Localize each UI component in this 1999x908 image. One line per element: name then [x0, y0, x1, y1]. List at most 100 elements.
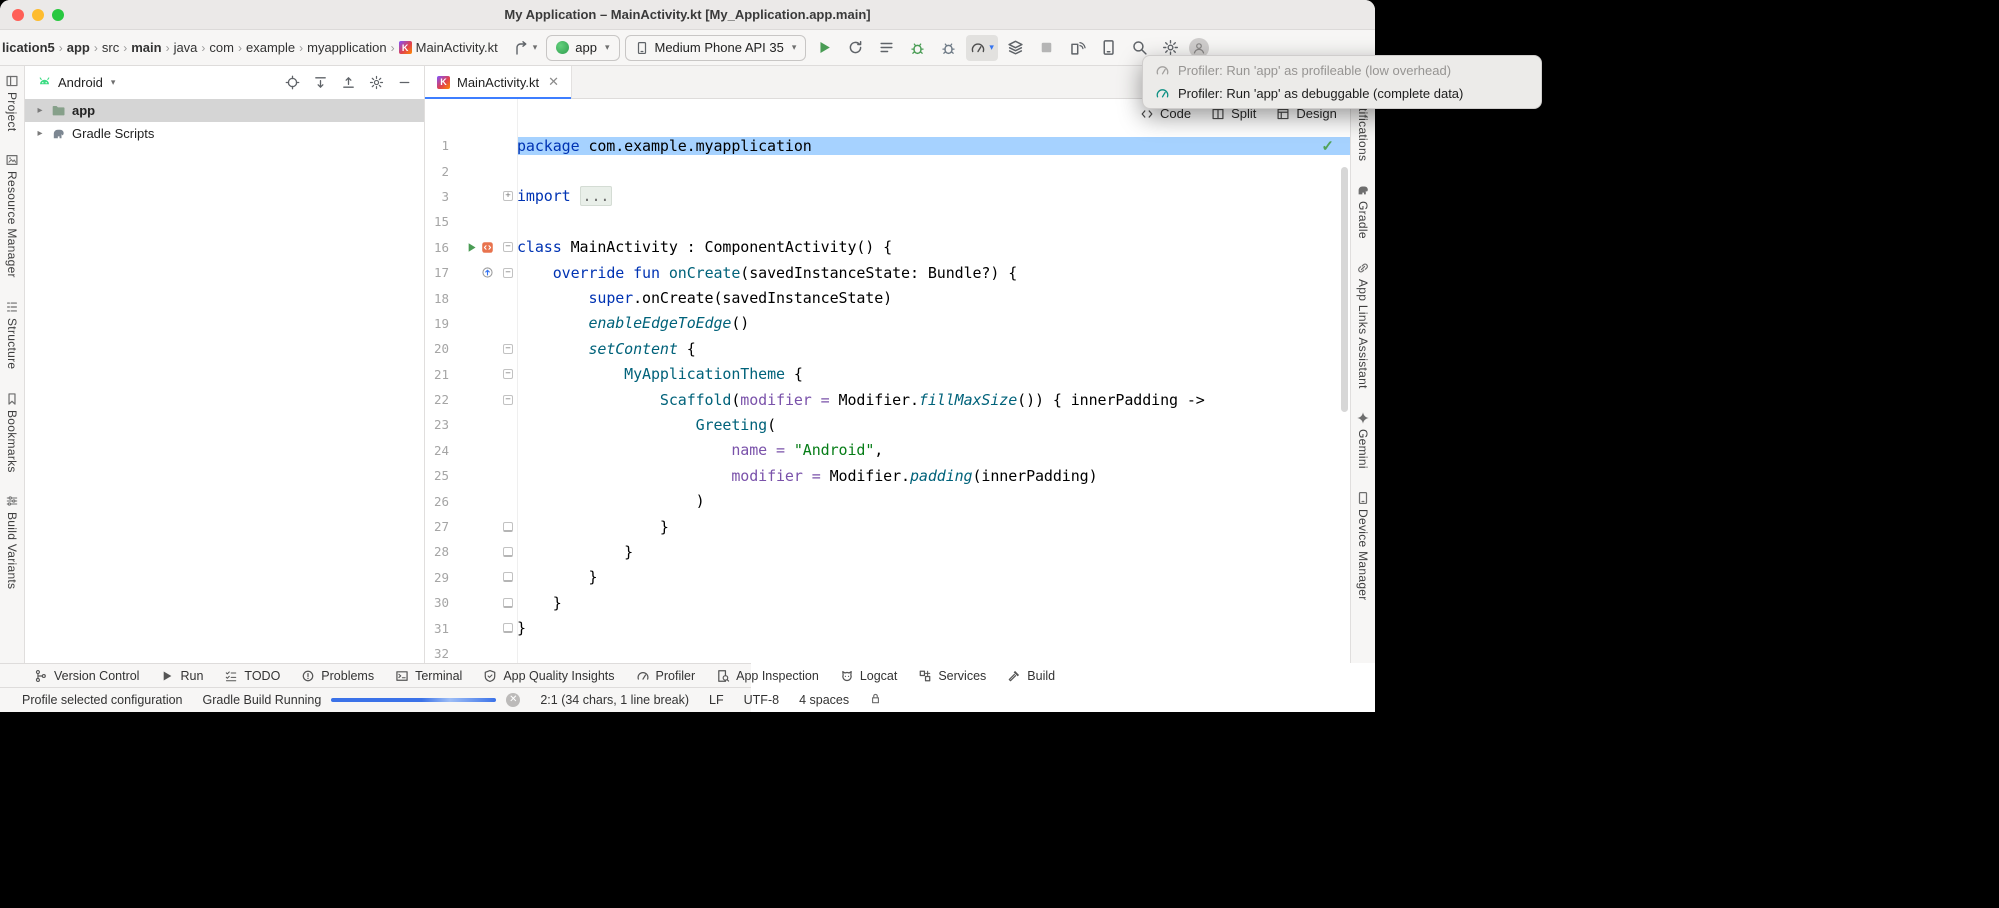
fold-end-icon[interactable]: [503, 623, 513, 633]
breadcrumb-item-java[interactable]: java: [174, 40, 198, 55]
run-tasks-button[interactable]: [873, 35, 899, 61]
breadcrumb-item-app[interactable]: app: [67, 40, 90, 55]
debug-button[interactable]: [904, 35, 930, 61]
fold-end-icon[interactable]: [503, 547, 513, 557]
editor-tab[interactable]: K MainActivity.kt ✕: [425, 66, 572, 98]
code-line[interactable]: 29 }: [425, 565, 1350, 590]
code-line[interactable]: 31}: [425, 615, 1350, 640]
code-line[interactable]: 22− Scaffold(modifier = Modifier.fillMax…: [425, 387, 1350, 412]
code-line[interactable]: 27 }: [425, 514, 1350, 539]
fold-toggle-icon[interactable]: −: [503, 395, 513, 405]
code-line[interactable]: 30 }: [425, 590, 1350, 615]
tree-node-gradle-scripts[interactable]: ▸Gradle Scripts: [25, 122, 424, 145]
tool-window-button-app-inspection[interactable]: App Inspection: [716, 669, 819, 683]
tool-window-button-services[interactable]: Services: [918, 669, 986, 683]
run-gutter-icon[interactable]: [465, 241, 478, 254]
code-line[interactable]: 26 ): [425, 488, 1350, 513]
tool-window-button-structure[interactable]: Structure: [5, 300, 19, 369]
breadcrumb-item-lication5[interactable]: lication5: [2, 40, 55, 55]
breadcrumb-item-mainactivity-kt[interactable]: KMainActivity.kt: [399, 40, 498, 55]
fold-toggle-icon[interactable]: −: [503, 369, 513, 379]
close-window-button[interactable]: [12, 9, 24, 21]
code-line[interactable]: 1package com.example.myapplication: [425, 133, 1350, 158]
code-line[interactable]: 24 name = "Android",: [425, 438, 1350, 463]
vcs-widget[interactable]: ▾: [509, 40, 542, 56]
code-line[interactable]: 3+import ...: [425, 184, 1350, 209]
tool-window-button-build-variants[interactable]: Build Variants: [5, 494, 19, 589]
fold-end-icon[interactable]: [503, 598, 513, 608]
tool-window-button-version-control[interactable]: Version Control: [34, 669, 139, 683]
expand-chevron-icon[interactable]: ▸: [35, 105, 45, 116]
device-mirroring-button[interactable]: [1065, 35, 1091, 61]
code-line[interactable]: 17− override fun onCreate(savedInstanceS…: [425, 260, 1350, 285]
project-view-selector[interactable]: Android: [58, 75, 103, 90]
code-line[interactable]: 28 }: [425, 539, 1350, 564]
code-line[interactable]: 20− setContent {: [425, 336, 1350, 361]
code-line[interactable]: 32: [425, 641, 1350, 663]
inspections-ok-icon[interactable]: ✓: [1321, 137, 1334, 155]
breadcrumb-item-main[interactable]: main: [131, 40, 161, 55]
tool-window-button-todo[interactable]: TODO: [224, 669, 280, 683]
tool-window-button-bookmarks[interactable]: Bookmarks: [5, 392, 19, 473]
tool-window-button-run[interactable]: Run: [160, 669, 203, 683]
code-line[interactable]: 15: [425, 209, 1350, 234]
readonly-toggle[interactable]: [869, 692, 882, 708]
expand-all-icon[interactable]: [313, 75, 328, 90]
fold-end-icon[interactable]: [503, 572, 513, 582]
tool-window-button-app-quality-insights[interactable]: App Quality Insights: [483, 669, 614, 683]
device-select[interactable]: Medium Phone API 35 ▾: [625, 35, 807, 61]
more-actions-button[interactable]: [1003, 35, 1029, 61]
code-line[interactable]: 23 Greeting(: [425, 412, 1350, 437]
run-configuration-select[interactable]: app ▾: [546, 35, 619, 61]
tool-window-button-project[interactable]: Project: [5, 74, 19, 131]
tool-window-button-profiler[interactable]: Profiler: [636, 669, 696, 683]
tool-window-button-app-links-assistant[interactable]: App Links Assistant: [1356, 261, 1370, 389]
minimize-window-button[interactable]: [32, 9, 44, 21]
stop-button[interactable]: [1034, 35, 1060, 61]
caret-position[interactable]: 2:1 (34 chars, 1 line break): [540, 693, 689, 707]
attach-debugger-button[interactable]: [935, 35, 961, 61]
tool-window-button-problems[interactable]: Problems: [301, 669, 374, 683]
code-editor[interactable]: 1package com.example.myapplication23+imp…: [425, 99, 1350, 663]
expand-chevron-icon[interactable]: ▸: [35, 128, 45, 139]
profiler-menu-item[interactable]: Profiler: Run 'app' as profileable (low …: [1143, 59, 1541, 82]
tool-window-button-build[interactable]: Build: [1007, 669, 1055, 683]
tool-window-button-gemini[interactable]: Gemini: [1356, 411, 1370, 469]
collapse-all-icon[interactable]: [341, 75, 356, 90]
editor-scrollbar-thumb[interactable]: [1341, 167, 1348, 412]
fold-toggle-icon[interactable]: +: [503, 191, 513, 201]
tool-window-button-terminal[interactable]: Terminal: [395, 669, 462, 683]
code-line[interactable]: 18 super.onCreate(savedInstanceState): [425, 285, 1350, 310]
breadcrumb-item-example[interactable]: example: [246, 40, 295, 55]
line-ending-indicator[interactable]: LF: [709, 693, 724, 707]
tree-node-app[interactable]: ▸app: [25, 99, 424, 122]
locate-file-icon[interactable]: [285, 75, 300, 90]
code-line[interactable]: 21− MyApplicationTheme {: [425, 362, 1350, 387]
breadcrumb-item-myapplication[interactable]: myapplication: [307, 40, 387, 55]
device-manager-button[interactable]: [1096, 35, 1122, 61]
code-line[interactable]: 19 enableEdgeToEdge(): [425, 311, 1350, 336]
tool-window-button-device-manager[interactable]: Device Manager: [1356, 491, 1370, 601]
code-line[interactable]: 16−class MainActivity : ComponentActivit…: [425, 235, 1350, 260]
zoom-window-button[interactable]: [52, 9, 64, 21]
code-line[interactable]: 25 modifier = Modifier.padding(innerPadd…: [425, 463, 1350, 488]
tool-window-button-resource-manager[interactable]: Resource Manager: [5, 153, 19, 278]
code-line[interactable]: 2: [425, 158, 1350, 183]
breadcrumb-item-src[interactable]: src: [102, 40, 119, 55]
apply-changes-button[interactable]: [842, 35, 868, 61]
tool-window-button-gradle[interactable]: Gradle: [1356, 183, 1370, 239]
tool-window-button-logcat[interactable]: Logcat: [840, 669, 898, 683]
fold-end-icon[interactable]: [503, 522, 513, 532]
indent-indicator[interactable]: 4 spaces: [799, 693, 849, 707]
override-gutter-icon[interactable]: [481, 266, 494, 279]
encoding-indicator[interactable]: UTF-8: [744, 693, 779, 707]
run-button[interactable]: [811, 35, 837, 61]
fold-toggle-icon[interactable]: −: [503, 242, 513, 252]
fold-toggle-icon[interactable]: −: [503, 344, 513, 354]
compose-gutter-icon[interactable]: [481, 241, 494, 254]
cancel-build-button[interactable]: ✕: [506, 693, 520, 707]
profiler-button[interactable]: ▾: [966, 35, 998, 61]
hide-panel-icon[interactable]: [397, 75, 412, 90]
gear-icon[interactable]: [369, 75, 384, 90]
breadcrumb-item-com[interactable]: com: [209, 40, 234, 55]
